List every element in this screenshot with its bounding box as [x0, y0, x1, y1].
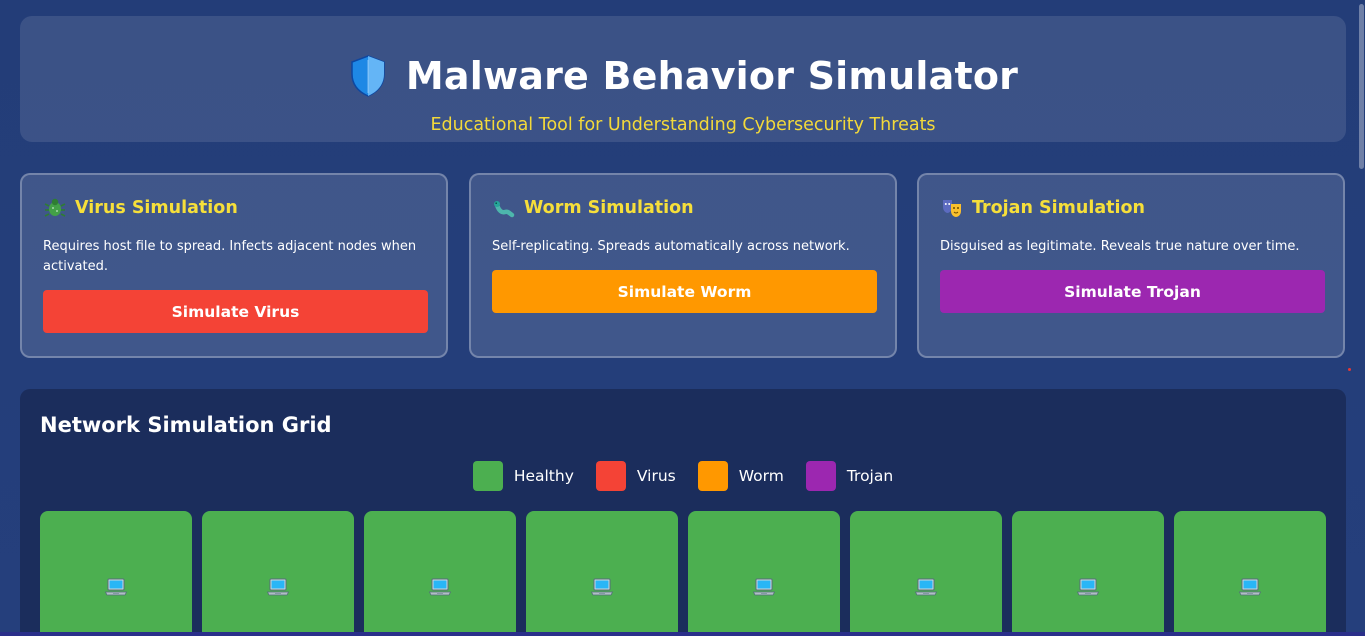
- worm-card-title: Worm Simulation: [524, 198, 694, 218]
- shield-icon: [348, 54, 388, 98]
- legend-label-virus: Virus: [636, 467, 676, 485]
- trojan-card-description: Disguised as legitimate. Reveals true na…: [940, 239, 1300, 254]
- legend-swatch-virus: [595, 461, 626, 491]
- bug-icon: [44, 197, 66, 219]
- network-node[interactable]: [850, 511, 1002, 636]
- network-node[interactable]: [40, 511, 192, 636]
- worm-card-header: Worm Simulation: [493, 197, 694, 219]
- trojan-card: Trojan Simulation Disguised as legitimat…: [917, 173, 1345, 358]
- worm-card-description: Self-replicating. Spreads automatically …: [492, 239, 850, 254]
- virus-card-description: Requires host file to spread. Infects ad…: [43, 239, 417, 274]
- page: Malware Behavior Simulator Educational T…: [0, 0, 1365, 636]
- network-node[interactable]: [688, 511, 840, 636]
- simulate-virus-button[interactable]: Simulate Virus: [43, 290, 428, 333]
- trojan-card-header: Trojan Simulation: [941, 197, 1145, 219]
- network-node[interactable]: [202, 511, 354, 636]
- network-grid-panel: Network Simulation Grid Healthy Virus Wo…: [20, 389, 1346, 636]
- legend-item-worm: Worm: [697, 461, 784, 491]
- title-row: Malware Behavior Simulator: [20, 54, 1346, 98]
- theater-masks-icon: [941, 197, 963, 219]
- worm-card: Worm Simulation Self-replicating. Spread…: [469, 173, 897, 358]
- simulate-worm-button[interactable]: Simulate Worm: [492, 270, 877, 313]
- network-node[interactable]: [526, 511, 678, 636]
- virus-card: Virus Simulation Requires host file to s…: [20, 173, 448, 358]
- virus-card-header: Virus Simulation: [44, 197, 238, 219]
- simulate-trojan-button[interactable]: Simulate Trojan: [940, 270, 1325, 313]
- legend: Healthy Virus Worm Trojan: [20, 461, 1346, 491]
- network-node[interactable]: [1012, 511, 1164, 636]
- legend-swatch-healthy: [472, 461, 503, 491]
- laptop-icon: [1076, 575, 1100, 599]
- legend-item-virus: Virus: [595, 461, 676, 491]
- network-node[interactable]: [364, 511, 516, 636]
- legend-swatch-trojan: [805, 461, 836, 491]
- virus-card-title: Virus Simulation: [75, 198, 238, 218]
- legend-item-healthy: Healthy: [472, 461, 574, 491]
- trojan-card-title: Trojan Simulation: [972, 198, 1145, 218]
- laptop-icon: [104, 575, 128, 599]
- bottom-edge: [0, 632, 1365, 636]
- legend-swatch-worm: [697, 461, 728, 491]
- laptop-icon: [428, 575, 452, 599]
- network-node[interactable]: [1174, 511, 1326, 636]
- laptop-icon: [266, 575, 290, 599]
- indicator-dot: [1348, 368, 1351, 371]
- grid-title: Network Simulation Grid: [40, 413, 332, 437]
- node-grid: [40, 511, 1326, 636]
- legend-label-worm: Worm: [738, 467, 784, 485]
- legend-label-trojan: Trojan: [846, 467, 894, 485]
- laptop-icon: [1238, 575, 1262, 599]
- page-subtitle: Educational Tool for Understanding Cyber…: [430, 115, 936, 135]
- legend-label-healthy: Healthy: [513, 467, 574, 485]
- laptop-icon: [914, 575, 938, 599]
- legend-item-trojan: Trojan: [805, 461, 894, 491]
- page-title: Malware Behavior Simulator: [405, 54, 1019, 98]
- laptop-icon: [752, 575, 776, 599]
- header-panel: Malware Behavior Simulator Educational T…: [20, 16, 1346, 142]
- worm-icon: [493, 197, 515, 219]
- scrollbar[interactable]: [1357, 0, 1365, 636]
- laptop-icon: [590, 575, 614, 599]
- scrollbar-thumb[interactable]: [1359, 4, 1364, 169]
